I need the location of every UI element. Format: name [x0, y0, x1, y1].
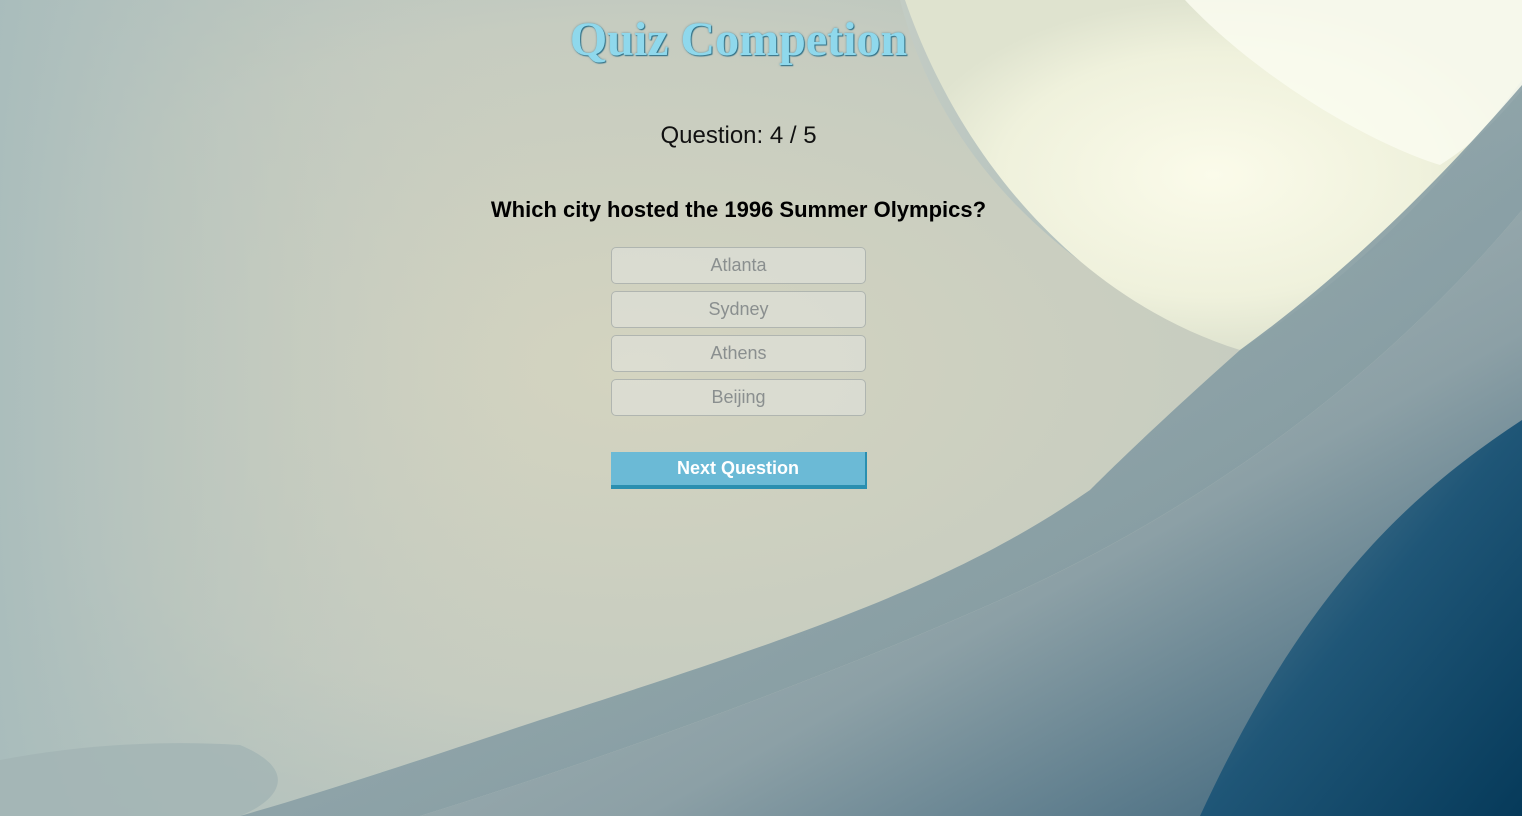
next-question-button[interactable]: Next Question: [611, 452, 867, 489]
answer-options: Atlanta Sydney Athens Beijing: [611, 247, 866, 423]
page-title: Quiz Competion: [569, 13, 908, 66]
answer-option-atlanta[interactable]: Atlanta: [611, 247, 866, 284]
question-text: Which city hosted the 1996 Summer Olympi…: [490, 197, 987, 222]
answer-option-athens[interactable]: Athens: [611, 335, 866, 372]
answer-option-sydney[interactable]: Sydney: [611, 291, 866, 328]
question-counter: Question: 4 / 5: [660, 122, 817, 149]
answer-option-beijing[interactable]: Beijing: [611, 379, 866, 416]
quiz-container: Quiz Competion Question: 4 / 5 Which cit…: [0, 0, 1522, 816]
